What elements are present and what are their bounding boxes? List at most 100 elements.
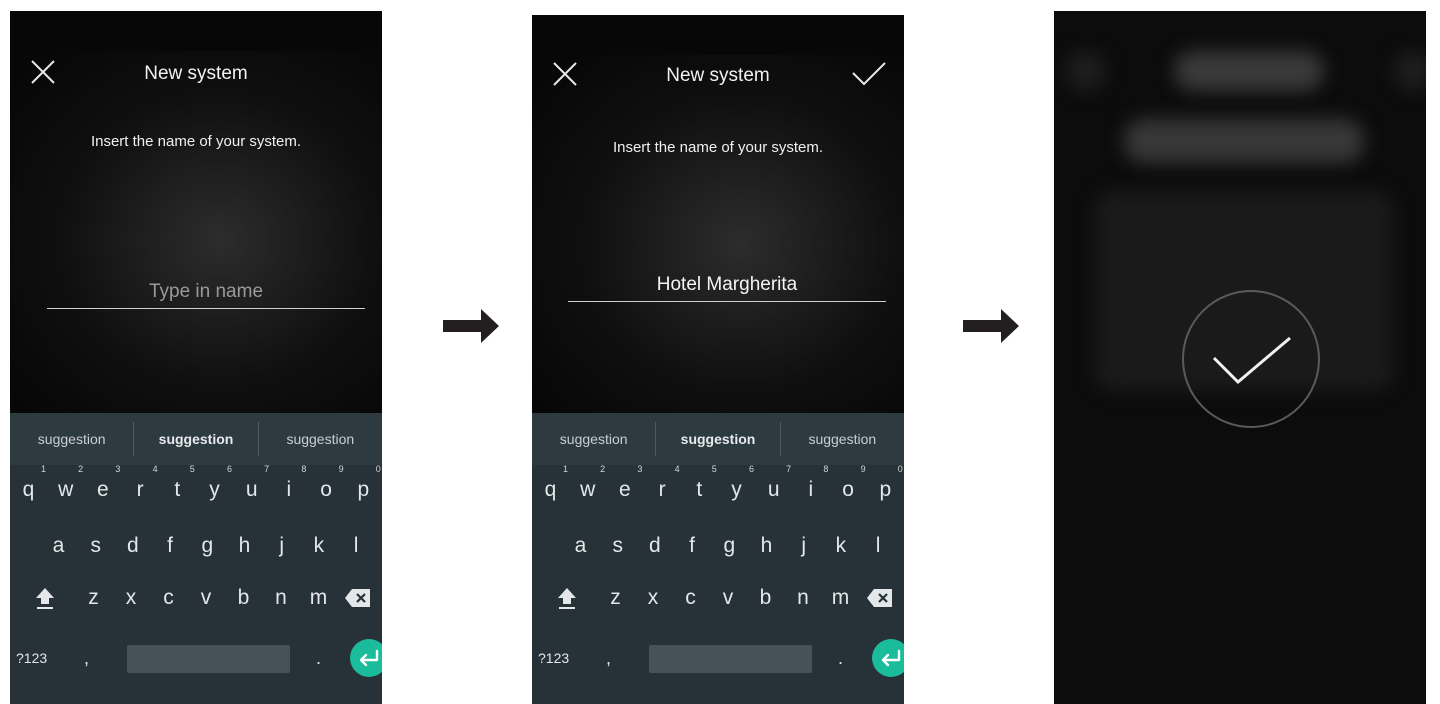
- symbols-key[interactable]: ?123: [538, 633, 569, 683]
- key-label: q: [544, 478, 557, 501]
- enter-button[interactable]: [350, 639, 382, 677]
- blurred-header: [1174, 51, 1324, 91]
- key-z[interactable]: z: [75, 573, 112, 623]
- key-i[interactable]: i8: [270, 464, 307, 515]
- key-j[interactable]: j: [785, 521, 822, 571]
- key-t[interactable]: t5: [159, 464, 196, 515]
- key-n[interactable]: n: [785, 573, 822, 623]
- symbols-key[interactable]: ?123: [16, 633, 47, 683]
- key-period[interactable]: .: [316, 633, 321, 683]
- key-number-hint: 4: [152, 464, 158, 474]
- backspace-icon[interactable]: [866, 587, 894, 609]
- key-z[interactable]: z: [597, 573, 634, 623]
- suggestion-chip[interactable]: suggestion: [259, 431, 382, 447]
- blurred-icon-right: [1394, 51, 1426, 91]
- key-number-hint: 4: [674, 464, 680, 474]
- backspace-icon[interactable]: [344, 587, 372, 609]
- space-bar[interactable]: [649, 645, 812, 673]
- key-g[interactable]: g: [711, 521, 748, 571]
- key-y[interactable]: y6: [196, 464, 233, 515]
- key-number-hint: 5: [189, 464, 195, 474]
- key-t[interactable]: t5: [681, 464, 718, 515]
- system-name-field[interactable]: Type in name: [47, 269, 365, 309]
- key-s[interactable]: s: [77, 521, 114, 571]
- key-u[interactable]: u7: [233, 464, 270, 515]
- key-o[interactable]: o9: [308, 464, 345, 515]
- key-label: w: [580, 478, 596, 501]
- key-f[interactable]: f: [152, 521, 189, 571]
- keyboard-row-3: zxcvbnm: [10, 573, 382, 623]
- key-p[interactable]: p0: [867, 464, 904, 515]
- key-e[interactable]: e3: [84, 464, 121, 515]
- key-d[interactable]: d: [636, 521, 673, 571]
- top-bar: New system: [10, 11, 382, 131]
- key-comma[interactable]: ,: [84, 633, 89, 683]
- system-name-placeholder: Type in name: [148, 281, 264, 302]
- key-number-hint: 8: [301, 464, 307, 474]
- key-number-hint: 7: [786, 464, 792, 474]
- key-o[interactable]: o9: [830, 464, 867, 515]
- key-n[interactable]: n: [263, 573, 300, 623]
- keyboard-row-2: asdfghjkl: [532, 521, 904, 571]
- key-f[interactable]: f: [674, 521, 711, 571]
- key-p[interactable]: p0: [345, 464, 382, 515]
- keyboard-row-1: q1w2e3r4t5y6u7i8o9p0: [532, 464, 904, 515]
- key-label: e: [619, 478, 631, 501]
- key-r[interactable]: r4: [644, 464, 681, 515]
- shift-icon[interactable]: [34, 585, 56, 611]
- key-label: e: [97, 478, 109, 501]
- key-u[interactable]: u7: [755, 464, 792, 515]
- shift-icon[interactable]: [556, 585, 578, 611]
- key-w[interactable]: w2: [569, 464, 606, 515]
- key-l[interactable]: l: [338, 521, 375, 571]
- keyboard-row-3: zxcvbnm: [532, 573, 904, 623]
- key-e[interactable]: e3: [606, 464, 643, 515]
- key-v[interactable]: v: [710, 573, 747, 623]
- enter-button[interactable]: [872, 639, 904, 677]
- page-title: New system: [666, 65, 770, 86]
- key-comma[interactable]: ,: [606, 633, 611, 683]
- suggestion-chip[interactable]: suggestion: [134, 431, 257, 447]
- space-bar[interactable]: [127, 645, 290, 673]
- key-v[interactable]: v: [188, 573, 225, 623]
- suggestion-chip[interactable]: suggestion: [656, 431, 779, 447]
- suggestion-chip[interactable]: suggestion: [532, 431, 655, 447]
- key-r[interactable]: r4: [122, 464, 159, 515]
- key-d[interactable]: d: [114, 521, 151, 571]
- key-number-hint: 2: [600, 464, 606, 474]
- key-c[interactable]: c: [150, 573, 187, 623]
- key-i[interactable]: i8: [792, 464, 829, 515]
- key-x[interactable]: x: [635, 573, 672, 623]
- key-b[interactable]: b: [225, 573, 262, 623]
- field-underline: [47, 308, 365, 309]
- key-x[interactable]: x: [113, 573, 150, 623]
- check-icon[interactable]: [852, 61, 886, 87]
- key-label: y: [731, 478, 742, 501]
- key-s[interactable]: s: [599, 521, 636, 571]
- key-number-hint: 0: [375, 464, 381, 474]
- key-j[interactable]: j: [263, 521, 300, 571]
- key-w[interactable]: w2: [47, 464, 84, 515]
- system-name-field[interactable]: Hotel Margherita: [568, 262, 886, 302]
- keyboard-row-2: asdfghjkl: [10, 521, 382, 571]
- key-period[interactable]: .: [838, 633, 843, 683]
- key-a[interactable]: a: [562, 521, 599, 571]
- instruction-text: Insert the name of your system.: [612, 139, 824, 156]
- key-k[interactable]: k: [822, 521, 859, 571]
- suggestion-chip[interactable]: suggestion: [10, 431, 133, 447]
- key-q[interactable]: q1: [532, 464, 569, 515]
- key-h[interactable]: h: [748, 521, 785, 571]
- key-g[interactable]: g: [189, 521, 226, 571]
- key-c[interactable]: c: [672, 573, 709, 623]
- key-y[interactable]: y6: [718, 464, 755, 515]
- key-m[interactable]: m: [822, 573, 859, 623]
- key-b[interactable]: b: [747, 573, 784, 623]
- suggestion-chip[interactable]: suggestion: [781, 431, 904, 447]
- key-a[interactable]: a: [40, 521, 77, 571]
- key-k[interactable]: k: [300, 521, 337, 571]
- key-q[interactable]: q1: [10, 464, 47, 515]
- key-l[interactable]: l: [860, 521, 897, 571]
- key-m[interactable]: m: [300, 573, 337, 623]
- key-label: u: [245, 478, 258, 501]
- key-h[interactable]: h: [226, 521, 263, 571]
